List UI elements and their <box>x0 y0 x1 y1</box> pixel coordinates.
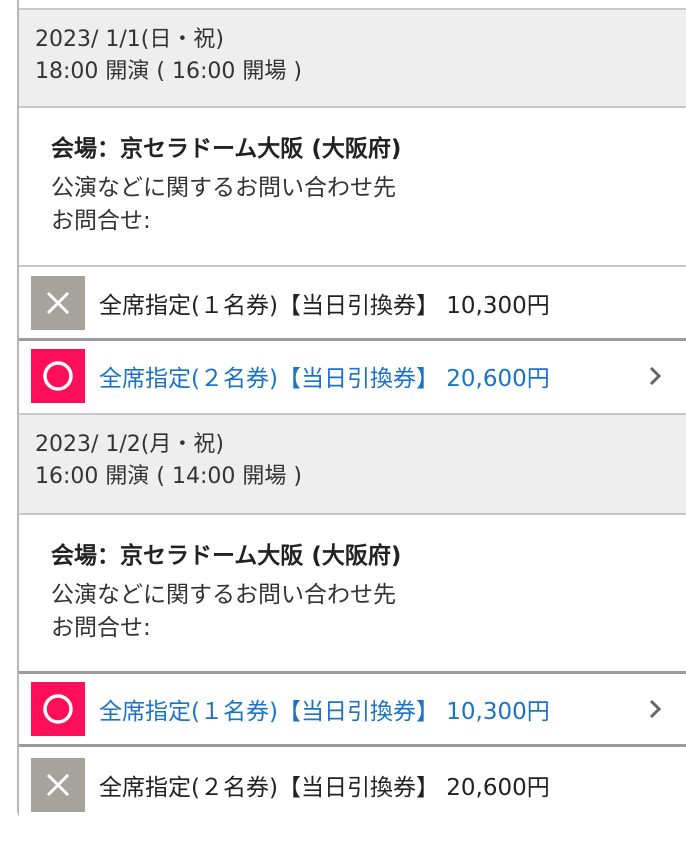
venue-info: 会場：京セラドーム大阪 (大阪府) 公演などに関するお問い合わせ先 お問合せ: <box>19 133 686 263</box>
circle-icon <box>31 349 85 403</box>
chevron-right-icon <box>648 698 666 720</box>
performance-time: 16:00 開演 ( 14:00 開場 ) <box>35 464 302 489</box>
venue-name: 会場：京セラドーム大阪 (大阪府) <box>51 136 402 162</box>
ticket-row-available[interactable]: 全席指定(１名券)【当日引換券】 10,300円 <box>19 671 686 744</box>
venue-info: 会場：京セラドーム大阪 (大阪府) 公演などに関するお問い合わせ先 お問合せ: <box>19 540 686 670</box>
ticket-label: 全席指定(１名券)【当日引換券】 10,300円 <box>99 292 550 319</box>
inquiry-value: お問合せ: <box>51 208 151 234</box>
chevron-right-icon <box>648 365 666 387</box>
ticket-row-available[interactable]: 全席指定(２名券)【当日引換券】 20,600円 <box>19 338 686 411</box>
inquiry-title: 公演などに関するお問い合わせ先 <box>51 175 396 201</box>
ticket-link-label[interactable]: 全席指定(２名券)【当日引換券】 20,600円 <box>99 359 648 393</box>
performance-time: 18:00 開演 ( 16:00 開場 ) <box>35 59 302 84</box>
schedule-date-header: 2023/ 1/1(日・祝) 18:00 開演 ( 16:00 開場 ) <box>19 8 686 108</box>
ticket-row-sold-out: 全席指定(１名券)【当日引換券】 10,300円 <box>19 265 686 338</box>
circle-icon <box>31 682 85 736</box>
ticket-label: 全席指定(２名券)【当日引換券】 20,600円 <box>99 774 550 801</box>
inquiry-title: 公演などに関するお問い合わせ先 <box>51 582 396 608</box>
ticket-row-sold-out: 全席指定(２名券)【当日引換券】 20,600円 <box>19 744 686 822</box>
inquiry-value: お問合せ: <box>51 615 151 641</box>
cross-icon <box>31 757 85 812</box>
performance-date: 2023/ 1/1(日・祝) <box>35 27 224 52</box>
venue-name: 会場：京セラドーム大阪 (大阪府) <box>51 543 402 569</box>
performance-date: 2023/ 1/2(月・祝) <box>35 432 224 457</box>
cross-icon <box>31 275 85 330</box>
ticket-link-label[interactable]: 全席指定(１名券)【当日引換券】 10,300円 <box>99 692 648 726</box>
schedule-date-header: 2023/ 1/2(月・祝) 16:00 開演 ( 14:00 開場 ) <box>19 413 686 515</box>
